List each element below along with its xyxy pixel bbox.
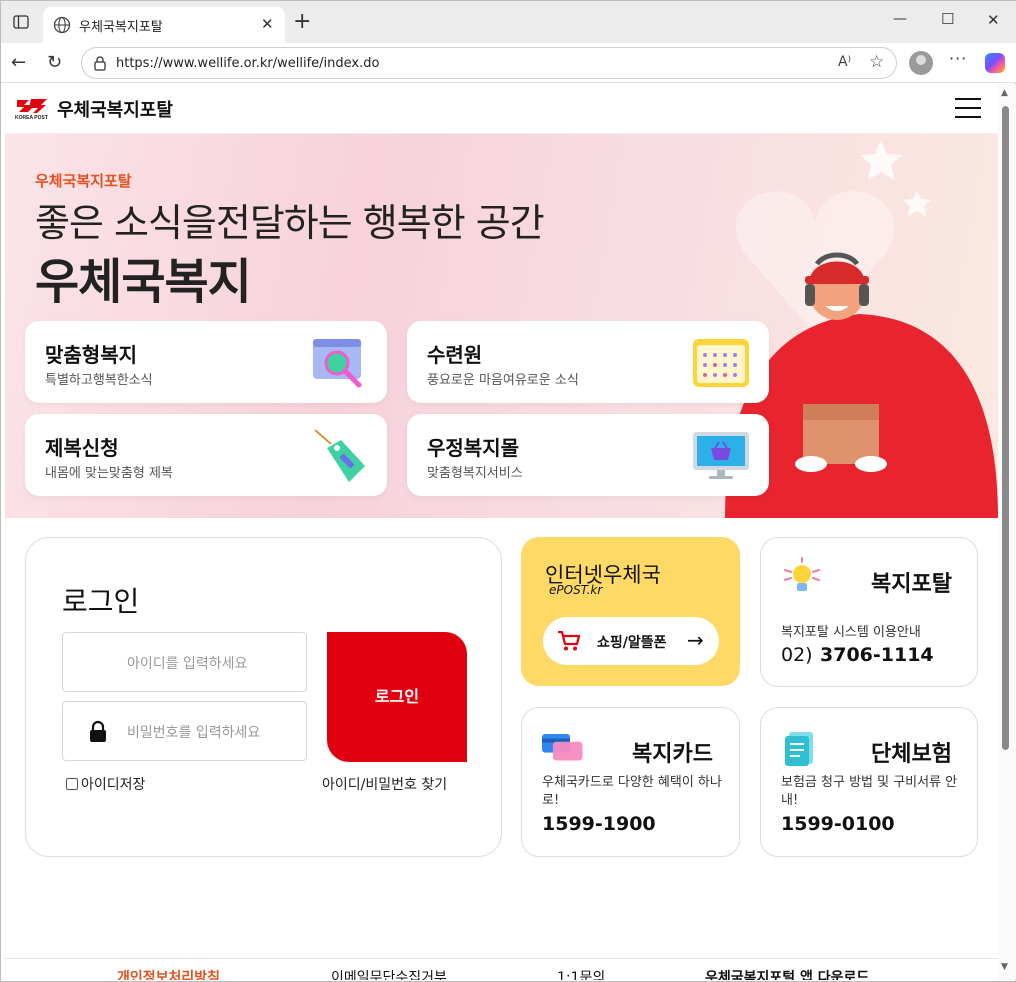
portal-phone: 3706-1114	[820, 644, 934, 666]
portal-title: 복지포탈	[871, 572, 952, 597]
scroll-down-icon[interactable]: ▼	[1001, 962, 1008, 972]
welfare-card-title: 복지카드	[632, 742, 713, 767]
user-id-placeholder: 아이디를 입력하세요	[127, 656, 248, 672]
hero-kicker: 우체국복지포탈	[35, 172, 132, 190]
card-title: 맞춤형복지	[45, 343, 137, 367]
portal-box[interactable]: 복지포탈 복지포탈 시스템 이용안내 02) 3706-1114	[760, 537, 978, 687]
footer-link-inquiry[interactable]: 1:1문의	[557, 967, 605, 980]
tab-actions-icon[interactable]	[13, 14, 29, 30]
epost-subtitle: ePOST.kr	[549, 583, 603, 597]
card-custom-welfare[interactable]: 맞춤형복지 특별하고행복한소식	[25, 321, 387, 403]
portal-desc: 복지포탈 시스템 이용안내	[781, 625, 921, 640]
arrow-right-icon: →	[687, 628, 704, 652]
vertical-scrollbar[interactable]: ▲ ▼	[998, 84, 1016, 980]
browser-toolbar: ← ↻ https://www.wellife.or.kr/wellife/in…	[1, 43, 1016, 83]
copilot-icon[interactable]	[985, 53, 1005, 73]
save-id-label: 아이디저장	[81, 777, 146, 793]
page-viewport: KOREA POST 우체국복지포탈 우체국복지포탈 좋은 소식을전달하는 행복…	[5, 84, 998, 980]
svg-text:KOREA POST: KOREA POST	[15, 115, 48, 120]
scroll-up-icon[interactable]: ▲	[1001, 88, 1008, 98]
tab-strip: 우체국복지포탈 ✕ + — ☐ ✕	[1, 1, 1016, 43]
browser-tab[interactable]: 우체국복지포탈 ✕	[43, 7, 285, 43]
footer-link-email-refusal[interactable]: 이메일무단수집거부	[331, 967, 447, 980]
magnifier-browser-icon	[313, 339, 362, 388]
url-text[interactable]: https://www.wellife.or.kr/wellife/index.…	[116, 56, 379, 71]
site-footer: 개인정보처리방침 이메일무단수집거부 1:1문의 우체국복지포털 앱 다운로드	[5, 958, 998, 980]
user-id-input[interactable]: 아이디를 입력하세요	[62, 632, 307, 692]
reload-button[interactable]: ↻	[47, 52, 62, 73]
find-account-link[interactable]: 아이디/비밀번호 찾기	[322, 774, 447, 794]
insurance-box[interactable]: 단체보험 보험금 청구 방법 및 구비서류 안내! 1599-0100	[760, 707, 978, 857]
new-tab-button[interactable]: +	[293, 9, 311, 34]
card-uniform[interactable]: 제복신청 내몸에 맞는맞춤형 제복	[25, 414, 387, 496]
epost-box: 인터넷우체국 ePOST.kr 쇼핑/알뜰폰 →	[521, 537, 740, 686]
cart-icon	[558, 630, 581, 651]
card-subtitle: 특별하고행복한소식	[45, 373, 153, 388]
profile-avatar[interactable]	[909, 51, 933, 75]
tab-title: 우체국복지포탈	[79, 20, 163, 35]
password-placeholder: 비밀번호를 입력하세요	[127, 725, 261, 741]
card-training-center[interactable]: 수련원 풍요로운 마음여유로운 소식	[407, 321, 769, 403]
lightbulb-icon	[784, 557, 820, 591]
card-subtitle: 맞춤형복지서비스	[427, 466, 523, 481]
welfare-card-box[interactable]: 복지카드 우체국카드로 다양한 혜택이 하나로! 1599-1900	[521, 707, 740, 857]
menu-icon[interactable]	[955, 98, 981, 118]
login-title: 로그인	[62, 585, 140, 618]
card-postal-mall[interactable]: 우정복지몰 맞춤형복지서비스	[407, 414, 769, 496]
footer-link-app-download[interactable]: 우체국복지포털 앱 다운로드	[705, 967, 869, 980]
scroll-thumb[interactable]	[1002, 106, 1009, 750]
hero-banner: 우체국복지포탈 좋은 소식을전달하는 행복한 공간 우체국복지 맞춤형복지 특별…	[5, 134, 998, 518]
password-input[interactable]: 비밀번호를 입력하세요	[62, 701, 307, 761]
credit-card-icon	[542, 734, 583, 761]
price-tag-icon	[314, 429, 365, 482]
maximize-button[interactable]: ☐	[941, 10, 954, 28]
settings-more-icon[interactable]: ···	[949, 49, 967, 68]
hero-title: 우체국복지	[35, 254, 252, 310]
globe-icon	[53, 16, 71, 34]
lock-icon	[94, 56, 106, 71]
back-button[interactable]: ←	[11, 52, 26, 73]
site-brand[interactable]: 우체국복지포탈	[57, 96, 173, 122]
welfare-card-phone: 1599-1900	[542, 813, 656, 835]
close-window-button[interactable]: ✕	[987, 11, 1000, 29]
shopping-link-button[interactable]: 쇼핑/알뜰폰 →	[543, 617, 719, 665]
login-button[interactable]: 로그인	[327, 632, 467, 762]
welfare-card-desc: 우체국카드로 다양한 혜택이 하나로!	[542, 775, 722, 808]
favorite-star-icon[interactable]: ☆	[869, 52, 884, 72]
card-title: 수련원	[427, 343, 483, 367]
card-subtitle: 풍요로운 마음여유로운 소식	[427, 373, 579, 388]
save-id-checkbox[interactable]: 아이디저장	[66, 774, 145, 794]
card-title: 제복신청	[45, 436, 119, 460]
card-title: 우정복지몰	[427, 436, 519, 460]
lock-icon	[90, 720, 106, 742]
tab-close-icon[interactable]: ✕	[261, 15, 274, 33]
insurance-phone: 1599-0100	[781, 813, 895, 835]
calendar-icon	[693, 339, 749, 387]
card-subtitle: 내몸에 맞는맞춤형 제복	[45, 466, 173, 481]
insurance-title: 단체보험	[871, 742, 952, 767]
shopping-link-label: 쇼핑/알뜰폰	[597, 635, 667, 651]
document-icon	[785, 732, 813, 766]
hero-headline: 좋은 소식을전달하는 행복한 공간	[35, 201, 545, 245]
portal-area-code: 02)	[781, 644, 813, 666]
browser-window: 우체국복지포탈 ✕ + — ☐ ✕ ← ↻ https://www.wellif…	[0, 0, 1016, 982]
minimize-button[interactable]: —	[893, 11, 907, 27]
checkbox-box[interactable]	[66, 778, 78, 790]
address-bar[interactable]: https://www.wellife.or.kr/wellife/index.…	[81, 47, 897, 79]
insurance-desc: 보험금 청구 방법 및 구비서류 안내!	[781, 775, 958, 808]
korea-post-logo[interactable]: KOREA POST	[15, 96, 49, 120]
login-panel: 로그인 아이디를 입력하세요 비밀번호를 입력하세요 로그인 아이디저장 아이디…	[25, 537, 502, 857]
shopping-monitor-icon	[693, 432, 749, 479]
read-aloud-icon[interactable]: A⁾	[838, 54, 851, 70]
site-header: KOREA POST 우체국복지포탈	[5, 84, 998, 134]
footer-link-privacy[interactable]: 개인정보처리방침	[117, 967, 220, 980]
